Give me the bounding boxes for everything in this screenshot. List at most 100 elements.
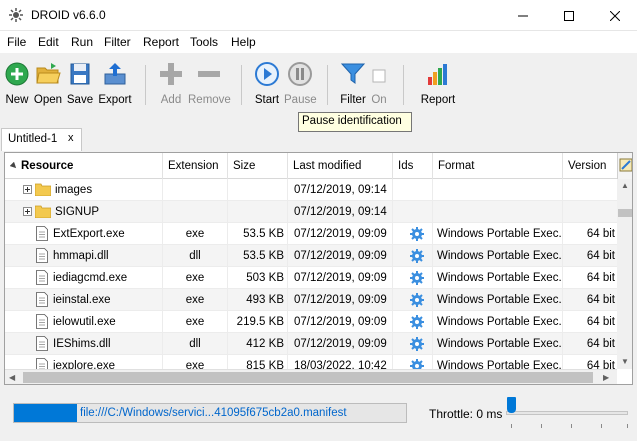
menu-report[interactable]: Report (143, 35, 179, 49)
menu-filter[interactable]: Filter (104, 35, 131, 49)
table-row[interactable]: iediagcmd.exe exe 503 KB 07/12/2019, 09:09 W… (5, 267, 617, 289)
size-cell: 503 KB (228, 267, 288, 289)
resource-name: SIGNUP (55, 206, 100, 218)
menu-edit[interactable]: Edit (38, 35, 59, 49)
size-cell: 53.5 KB (228, 245, 288, 267)
file-icon (36, 248, 48, 263)
column-header-resource[interactable]: Resource (5, 153, 163, 179)
file-icon (36, 314, 48, 329)
gear-icon[interactable] (409, 248, 425, 264)
column-header-last-modified[interactable]: Last modified (288, 153, 393, 179)
scroll-right-icon[interactable]: ▶ (603, 373, 609, 382)
maximize-button[interactable] (546, 0, 592, 31)
pause-label: Pause (284, 94, 317, 106)
last-modified-cell: 07/12/2019, 09:09 (288, 333, 393, 355)
size-cell (228, 179, 288, 201)
format-cell (433, 179, 563, 201)
bar-chart-icon (428, 64, 447, 85)
menu-help[interactable]: Help (231, 35, 256, 49)
table-row[interactable]: SIGNUP 07/12/2019, 09:14 (5, 201, 617, 223)
horizontal-scroll-thumb[interactable] (23, 372, 593, 383)
scroll-up-icon[interactable]: ▲ (621, 181, 629, 190)
resource-cell: IEShims.dll (5, 333, 163, 355)
throttle-label: Throttle: 0 ms (429, 407, 503, 421)
menu-tools[interactable]: Tools (190, 35, 218, 49)
table-row[interactable]: ielowutil.exe exe 219.5 KB 07/12/2019, 09:0… (5, 311, 617, 333)
start-button[interactable]: Start (252, 57, 282, 109)
toolbar-separator (145, 65, 146, 105)
scroll-down-icon[interactable]: ▼ (621, 357, 629, 366)
extension-cell (163, 179, 228, 201)
filter-icon (340, 63, 366, 84)
progress-bar: file:///C:/Windows/servici...41095f675cb… (13, 403, 407, 423)
column-header-format[interactable]: Format (433, 153, 563, 179)
table-row[interactable]: IEShims.dll dll 412 KB 07/12/2019, 09:09 Win… (5, 333, 617, 355)
export-label: Export (98, 94, 132, 106)
report-button[interactable]: Report (418, 57, 458, 109)
gear-icon[interactable] (409, 314, 425, 330)
remove-icon (198, 71, 220, 77)
tab-untitled-1[interactable]: Untitled-1 x (1, 128, 82, 151)
tab-label: Untitled-1 (8, 133, 58, 145)
version-cell: 64 bit (586, 338, 615, 350)
horizontal-scrollbar[interactable]: ◀ ▶ (5, 369, 617, 384)
close-button[interactable] (592, 0, 637, 31)
version-cell: 64 bit (586, 228, 615, 240)
gear-icon[interactable] (409, 292, 425, 308)
column-chooser-button[interactable] (617, 153, 632, 179)
column-header-version[interactable]: Version (563, 153, 617, 179)
minimize-button[interactable] (500, 0, 546, 31)
tab-close-icon[interactable]: x (68, 132, 74, 144)
column-header-ids[interactable]: Ids (393, 153, 433, 179)
file-icon (36, 336, 48, 351)
filter-on-toggle[interactable]: On (368, 57, 390, 109)
open-label: Open (33, 94, 63, 106)
table-row[interactable]: iexplore.exe exe 815 KB 18/03/2022, 10:42 Wi… (5, 355, 617, 369)
save-button[interactable]: Save (65, 57, 95, 109)
menu-run[interactable]: Run (71, 35, 93, 49)
scroll-left-icon[interactable]: ◀ (9, 373, 15, 382)
expand-icon[interactable] (23, 207, 32, 216)
last-modified-cell: 07/12/2019, 09:09 (288, 311, 393, 333)
format-cell: Windows Portable Exec... (433, 267, 563, 289)
column-label: Size (233, 160, 256, 172)
remove-button[interactable]: Remove (188, 57, 231, 109)
gear-icon[interactable] (409, 358, 425, 369)
add-button[interactable]: Add (156, 57, 186, 109)
pause-button[interactable]: Pause (284, 57, 317, 109)
table-row[interactable]: ExtExport.exe exe 53.5 KB 07/12/2019, 09:09… (5, 223, 617, 245)
report-label: Report (420, 94, 456, 106)
vertical-scrollbar[interactable]: ▲ ▼ (617, 179, 632, 369)
size-cell: 53.5 KB (228, 223, 288, 245)
column-header-size[interactable]: Size (228, 153, 288, 179)
gear-icon[interactable] (409, 270, 425, 286)
resource-cell: ielowutil.exe (5, 311, 163, 333)
export-button[interactable]: Export (97, 57, 133, 109)
gear-icon[interactable] (409, 336, 425, 352)
throttle-slider-thumb[interactable] (507, 397, 516, 413)
size-cell: 412 KB (228, 333, 288, 355)
resource-cell: images (5, 179, 163, 201)
open-button[interactable]: Open (33, 57, 63, 109)
grid-rows: images 07/12/2019, 09:14 SIGNUP 07/12/2019,… (5, 179, 617, 369)
new-button[interactable]: New (2, 57, 32, 109)
ids-cell (393, 355, 433, 369)
last-modified-cell: 07/12/2019, 09:09 (288, 223, 393, 245)
resource-name: iexplore.exe (53, 360, 116, 369)
format-cell: Windows Portable Exec... (433, 355, 563, 369)
table-row[interactable]: ieinstal.exe exe 493 KB 07/12/2019, 09:09 Wi… (5, 289, 617, 311)
extension-cell: dll (163, 245, 228, 267)
menu-file[interactable]: File (7, 35, 26, 49)
vertical-scroll-thumb[interactable] (618, 209, 632, 217)
throttle-slider-track[interactable] (506, 411, 628, 415)
table-row[interactable]: hmmapi.dll dll 53.5 KB 07/12/2019, 09:09 Win… (5, 245, 617, 267)
column-header-extension[interactable]: Extension (163, 153, 228, 179)
ids-cell (393, 223, 433, 245)
gear-icon[interactable] (409, 226, 425, 242)
expand-icon[interactable] (23, 185, 32, 194)
table-row[interactable]: images 07/12/2019, 09:14 (5, 179, 617, 201)
start-label: Start (254, 94, 280, 106)
resource-cell: hmmapi.dll (5, 245, 163, 267)
ids-cell (393, 267, 433, 289)
filter-button[interactable]: Filter (338, 57, 368, 109)
